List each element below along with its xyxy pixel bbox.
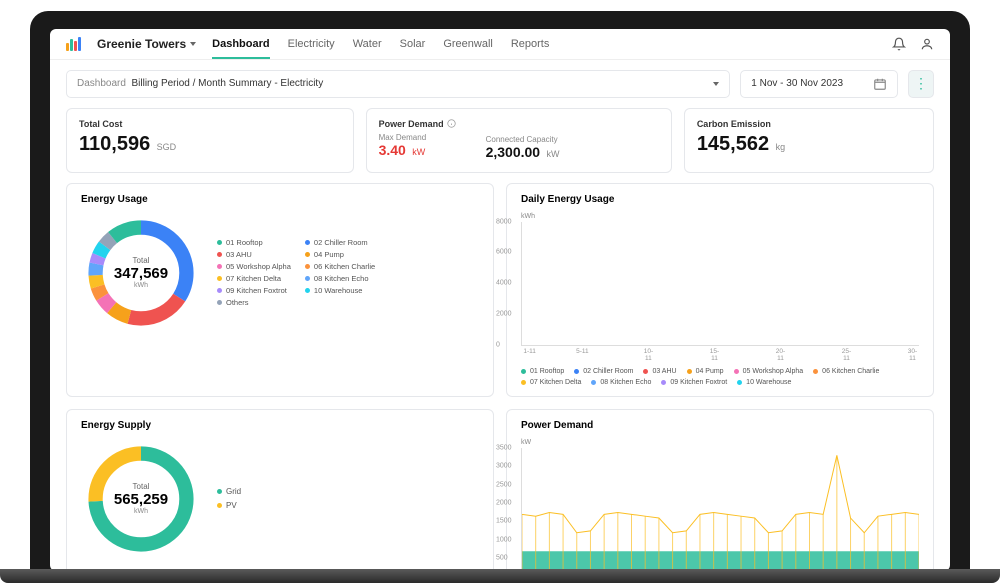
- legend-item[interactable]: 02 Chiller Room: [305, 238, 379, 247]
- chart-title: Energy Usage: [81, 194, 479, 205]
- legend-item[interactable]: 08 Kitchen Echo: [591, 379, 651, 386]
- energy-supply-legend: Grid PV: [217, 487, 241, 510]
- kpi-value: 145,562: [697, 133, 769, 155]
- tab-reports[interactable]: Reports: [511, 38, 550, 50]
- legend-item[interactable]: 10 Warehouse: [305, 286, 379, 295]
- kpi-power-demand: Power Demand Max Demand 3.40 kW Connecte…: [366, 108, 672, 173]
- chevron-down-icon: [190, 42, 196, 46]
- breadcrumb-selector[interactable]: Dashboard Billing Period / Month Summary…: [66, 70, 730, 98]
- legend-item[interactable]: Others: [217, 298, 291, 307]
- capacity-value: 2,300.00: [486, 144, 541, 160]
- daily-energy-legend: 01 Rooftop 02 Chiller Room 03 AHU 04 Pump 05…: [521, 368, 919, 386]
- legend-item[interactable]: 06 Kitchen Charlie: [813, 368, 879, 375]
- logo-icon: [66, 37, 81, 51]
- kpi-unit: SGD: [157, 142, 177, 152]
- legend-item[interactable]: 01 Rooftop: [217, 238, 291, 247]
- legend-item[interactable]: 07 Kitchen Delta: [217, 274, 291, 283]
- chart-unit: kWh: [521, 213, 919, 220]
- chevron-down-icon: [713, 82, 719, 86]
- date-range-value: 1 Nov - 30 Nov 2023: [751, 78, 843, 89]
- capacity-unit: kW: [547, 149, 560, 159]
- kpi-unit: kg: [776, 142, 786, 152]
- power-demand-card: Power Demand kW 0 500 1000 1500 2000 250…: [506, 409, 934, 571]
- legend-item[interactable]: PV: [217, 501, 241, 510]
- max-demand-value: 3.40: [379, 142, 406, 158]
- daily-energy-bars: 0 2000 4000 6000 8000: [521, 222, 919, 346]
- chart-unit: kW: [521, 439, 919, 446]
- breadcrumb-path: Billing Period / Month Summary - Electri…: [131, 78, 323, 89]
- kpi-value: 110,596: [79, 133, 150, 155]
- chart-title: Daily Energy Usage: [521, 194, 919, 205]
- kpi-total-cost: Total Cost 110,596 SGD: [66, 108, 354, 173]
- user-icon[interactable]: [920, 37, 934, 51]
- daily-energy-xaxis: 1-115-1110-1115-1120-1125-1130-11: [521, 348, 919, 362]
- kpi-title: Carbon Emission: [697, 119, 921, 129]
- info-icon[interactable]: [447, 119, 456, 128]
- tab-water[interactable]: Water: [353, 38, 382, 50]
- legend-item[interactable]: 01 Rooftop: [521, 368, 564, 375]
- energy-supply-donut: Total 565,259 kWh: [81, 439, 201, 559]
- legend-item[interactable]: Grid: [217, 487, 241, 496]
- legend-item[interactable]: 07 Kitchen Delta: [521, 379, 581, 386]
- nav-tabs: Dashboard Electricity Water Solar Greenw…: [212, 38, 549, 50]
- tab-greenwall[interactable]: Greenwall: [443, 38, 493, 50]
- energy-usage-donut: Total 347,569 kWh: [81, 213, 201, 333]
- legend-item[interactable]: 05 Workshop Alpha: [217, 262, 291, 271]
- legend-item[interactable]: 09 Kitchen Foxtrot: [217, 286, 291, 295]
- chart-title: Power Demand: [521, 420, 919, 431]
- legend-item[interactable]: 03 AHU: [217, 250, 291, 259]
- legend-item[interactable]: 04 Pump: [687, 368, 724, 375]
- tab-dashboard[interactable]: Dashboard: [212, 38, 269, 59]
- max-demand-label: Max Demand: [379, 133, 456, 142]
- kpi-title: Total Cost: [79, 119, 341, 129]
- kpi-title: Power Demand: [379, 119, 444, 129]
- donut-center-unit: kWh: [134, 508, 148, 515]
- more-menu-button[interactable]: ⋮: [908, 70, 934, 98]
- legend-item[interactable]: 04 Pump: [305, 250, 379, 259]
- calendar-icon: [873, 77, 887, 91]
- kpi-carbon: Carbon Emission 145,562 kg: [684, 108, 934, 173]
- donut-center-unit: kWh: [134, 282, 148, 289]
- energy-usage-legend: 01 Rooftop 02 Chiller Room 03 AHU 04 Pump 05…: [217, 238, 379, 307]
- legend-item[interactable]: 08 Kitchen Echo: [305, 274, 379, 283]
- legend-item[interactable]: 03 AHU: [643, 368, 676, 375]
- topbar: Greenie Towers Dashboard Electricity Wat…: [50, 29, 950, 60]
- legend-item[interactable]: 02 Chiller Room: [574, 368, 633, 375]
- donut-center-label: Total: [133, 482, 150, 491]
- legend-item[interactable]: 06 Kitchen Charlie: [305, 262, 379, 271]
- legend-item[interactable]: 10 Warehouse: [737, 379, 791, 386]
- breadcrumb-prefix: Dashboard: [77, 78, 126, 89]
- date-range-picker[interactable]: 1 Nov - 30 Nov 2023: [740, 70, 898, 98]
- donut-center-value: 347,569: [114, 265, 168, 282]
- donut-center-value: 565,259: [114, 491, 168, 508]
- donut-center-label: Total: [133, 256, 150, 265]
- capacity-label: Connected Capacity: [486, 135, 560, 144]
- chart-title: Energy Supply: [81, 420, 479, 431]
- legend-item[interactable]: 05 Workshop Alpha: [734, 368, 804, 375]
- energy-usage-card: Energy Usage: [66, 183, 494, 397]
- daily-energy-card: Daily Energy Usage kWh 0 2000 4000 6000 …: [506, 183, 934, 397]
- brand-selector[interactable]: Greenie Towers: [97, 37, 196, 51]
- legend-item[interactable]: 09 Kitchen Foxtrot: [661, 379, 727, 386]
- brand-name: Greenie Towers: [97, 37, 186, 51]
- power-demand-chart: 0 500 1000 1500 2000 2500 3000 3500: [521, 448, 919, 571]
- bell-icon[interactable]: [892, 37, 906, 51]
- max-demand-unit: kW: [412, 147, 425, 157]
- energy-supply-card: Energy Supply Total 565,259 kWh: [66, 409, 494, 571]
- tab-electricity[interactable]: Electricity: [288, 38, 335, 50]
- tab-solar[interactable]: Solar: [400, 38, 426, 50]
